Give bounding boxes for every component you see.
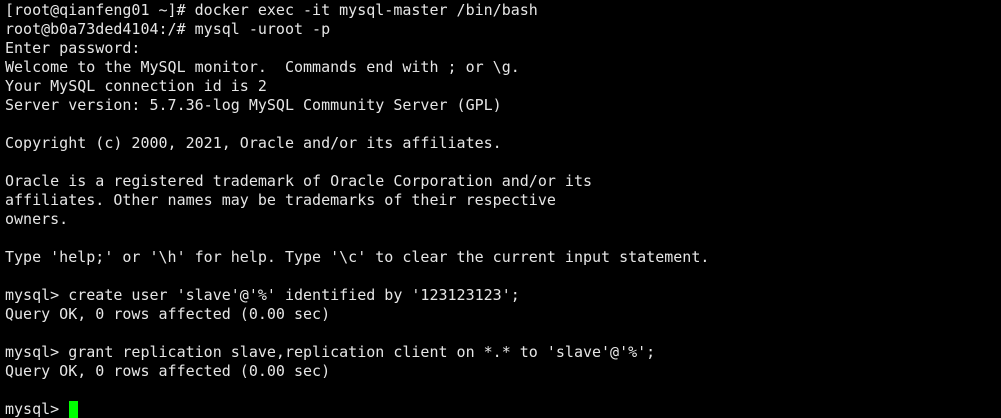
terminal-line: mysql> create user 'slave'@'%' identifie… — [5, 286, 520, 304]
terminal-line: affiliates. Other names may be trademark… — [5, 191, 556, 209]
mysql-prompt: mysql> — [5, 400, 69, 418]
terminal-cursor[interactable] — [69, 401, 79, 418]
terminal-line: Server version: 5.7.36-log MySQL Communi… — [5, 96, 502, 114]
terminal-line: owners. — [5, 210, 69, 228]
terminal-line: [root@qianfeng01 ~]# docker exec -it mys… — [5, 1, 538, 19]
terminal-line: Copyright (c) 2000, 2021, Oracle and/or … — [5, 134, 502, 152]
terminal-window[interactable]: [root@qianfeng01 ~]# docker exec -it mys… — [0, 0, 1001, 418]
terminal-line: Enter password: — [5, 39, 141, 57]
terminal-line: root@b0a73ded4104:/# mysql -uroot -p — [5, 20, 331, 38]
terminal-line: Query OK, 0 rows affected (0.00 sec) — [5, 362, 331, 380]
terminal-line: Oracle is a registered trademark of Orac… — [5, 172, 592, 190]
terminal-line: mysql> grant replication slave,replicati… — [5, 343, 656, 361]
terminal-line: Query OK, 0 rows affected (0.00 sec) — [5, 305, 331, 323]
terminal-line: Type 'help;' or '\h' for help. Type '\c'… — [5, 248, 710, 266]
terminal-line: Welcome to the MySQL monitor. Commands e… — [5, 58, 520, 76]
terminal-input-line[interactable]: mysql> — [5, 400, 1001, 418]
terminal-line: Your MySQL connection id is 2 — [5, 77, 267, 95]
